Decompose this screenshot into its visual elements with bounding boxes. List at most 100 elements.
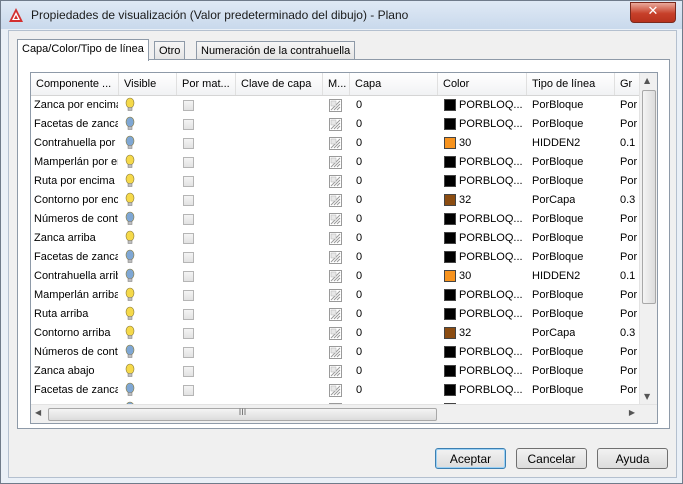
color-value[interactable]: PORBLOQ... (459, 210, 525, 229)
layer-value[interactable]: 0 (356, 96, 362, 115)
lightbulb-on-icon[interactable] (125, 230, 135, 246)
lightbulb-off-icon[interactable] (125, 344, 135, 360)
material-icon[interactable] (329, 194, 342, 207)
lineweight-value[interactable]: Por (620, 115, 639, 134)
color-value[interactable]: PORBLOQ... (459, 362, 525, 381)
color-value[interactable]: 30 (459, 267, 525, 286)
lineweight-value[interactable]: Por (620, 286, 639, 305)
color-value[interactable]: 32 (459, 324, 525, 343)
color-value[interactable]: PORBLOQ... (459, 381, 525, 400)
layer-value[interactable]: 0 (356, 191, 362, 210)
table-row[interactable]: Facetas de zanca 0 PORBLOQ... PorBloque Por (31, 381, 639, 400)
linetype-value[interactable]: PorBloque (532, 343, 583, 362)
material-icon[interactable] (329, 156, 342, 169)
accept-button[interactable]: Aceptar (435, 448, 506, 469)
linetype-value[interactable]: PorBloque (532, 172, 583, 191)
layer-value[interactable]: 0 (356, 172, 362, 191)
material-icon[interactable] (329, 384, 342, 397)
header-col-material[interactable]: M... (323, 73, 350, 95)
lightbulb-on-icon[interactable] (125, 325, 135, 341)
horizontal-scrollbar[interactable]: ◀ III ▶ (31, 404, 657, 423)
lineweight-value[interactable]: Por (620, 343, 639, 362)
by-material-checkbox[interactable] (183, 309, 194, 320)
by-material-checkbox[interactable] (183, 176, 194, 187)
color-value[interactable]: PORBLOQ... (459, 305, 525, 324)
lightbulb-on-icon[interactable] (125, 287, 135, 303)
tab-layer-color-linetype[interactable]: Capa/Color/Tipo de línea (17, 39, 149, 61)
table-row[interactable]: Mamperlán arriba 0 PORBLOQ... PorBloque Por (31, 286, 639, 305)
scroll-down-icon[interactable]: ▼ (644, 392, 650, 401)
layer-value[interactable]: 0 (356, 210, 362, 229)
color-swatch[interactable] (444, 118, 456, 130)
table-row[interactable]: Ruta por encima c 0 PORBLOQ... PorBloque Por (31, 172, 639, 191)
layer-value[interactable]: 0 (356, 381, 362, 400)
by-material-checkbox[interactable] (183, 119, 194, 130)
lineweight-value[interactable]: Por (620, 172, 639, 191)
color-value[interactable]: PORBLOQ... (459, 248, 525, 267)
color-swatch[interactable] (444, 175, 456, 187)
lineweight-value[interactable]: Por (620, 381, 639, 400)
by-material-checkbox[interactable] (183, 138, 194, 149)
table-row[interactable]: Números de contr 0 PORBLOQ... PorBloque Por (31, 343, 639, 362)
lightbulb-off-icon[interactable] (125, 211, 135, 227)
color-swatch[interactable] (444, 308, 456, 320)
linetype-value[interactable]: PorBloque (532, 305, 583, 324)
material-icon[interactable] (329, 99, 342, 112)
table-row[interactable]: Contorno por encim 0 32 PorCapa 0.3 (31, 191, 639, 210)
lightbulb-off-icon[interactable] (125, 249, 135, 265)
layer-value[interactable]: 0 (356, 286, 362, 305)
lineweight-value[interactable]: Por (620, 248, 639, 267)
tab-other[interactable]: Otro (154, 41, 186, 60)
color-swatch[interactable] (444, 289, 456, 301)
lineweight-value[interactable]: 0.3 (620, 191, 639, 210)
table-row[interactable]: Contrahuella por e 0 30 HIDDEN2 0.1 (31, 134, 639, 153)
table-row[interactable]: Facetas de zanca 0 PORBLOQ... PorBloque Por (31, 248, 639, 267)
color-swatch[interactable] (444, 384, 456, 396)
linetype-value[interactable]: PorBloque (532, 381, 583, 400)
lineweight-value[interactable]: Por (620, 96, 639, 115)
color-value[interactable]: 30 (459, 134, 525, 153)
color-swatch[interactable] (444, 213, 456, 225)
color-value[interactable]: 32 (459, 191, 525, 210)
color-swatch[interactable] (444, 156, 456, 168)
linetype-value[interactable]: PorBloque (532, 362, 583, 381)
by-material-checkbox[interactable] (183, 290, 194, 301)
color-swatch[interactable] (444, 270, 456, 282)
linetype-value[interactable]: PorBloque (532, 96, 583, 115)
table-row[interactable]: Números de contr 0 PORBLOQ... PorBloque Por (31, 210, 639, 229)
lightbulb-off-icon[interactable] (125, 268, 135, 284)
lightbulb-off-icon[interactable] (125, 135, 135, 151)
table-row[interactable]: Zanca abajo 0 PORBLOQ... PorBloque Por (31, 362, 639, 381)
lightbulb-on-icon[interactable] (125, 363, 135, 379)
layer-value[interactable]: 0 (356, 362, 362, 381)
material-icon[interactable] (329, 327, 342, 340)
material-icon[interactable] (329, 213, 342, 226)
material-icon[interactable] (329, 365, 342, 378)
by-material-checkbox[interactable] (183, 366, 194, 377)
linetype-value[interactable]: PorBloque (532, 229, 583, 248)
lineweight-value[interactable]: 0.1 (620, 134, 639, 153)
scroll-up-icon[interactable]: ▲ (644, 76, 650, 85)
color-value[interactable]: PORBLOQ... (459, 96, 525, 115)
material-icon[interactable] (329, 289, 342, 302)
help-button[interactable]: Ayuda (597, 448, 668, 469)
by-material-checkbox[interactable] (183, 271, 194, 282)
lightbulb-off-icon[interactable] (125, 116, 135, 132)
lineweight-value[interactable]: Por (620, 153, 639, 172)
header-col-component[interactable]: Componente ... (31, 73, 119, 95)
linetype-value[interactable]: PorCapa (532, 191, 575, 210)
header-col-linetype[interactable]: Tipo de línea (527, 73, 615, 95)
layer-value[interactable]: 0 (356, 115, 362, 134)
vertical-scroll-thumb[interactable] (642, 90, 656, 304)
color-swatch[interactable] (444, 251, 456, 263)
color-swatch[interactable] (444, 346, 456, 358)
lightbulb-on-icon[interactable] (125, 154, 135, 170)
layer-value[interactable]: 0 (356, 267, 362, 286)
header-col-visible[interactable]: Visible (119, 73, 177, 95)
horizontal-scroll-thumb[interactable]: III (48, 407, 437, 421)
table-row[interactable]: Ruta arriba 0 PORBLOQ... PorBloque Por (31, 305, 639, 324)
layer-value[interactable]: 0 (356, 134, 362, 153)
lineweight-value[interactable]: 0.3 (620, 324, 639, 343)
linetype-value[interactable]: PorBloque (532, 153, 583, 172)
color-swatch[interactable] (444, 194, 456, 206)
